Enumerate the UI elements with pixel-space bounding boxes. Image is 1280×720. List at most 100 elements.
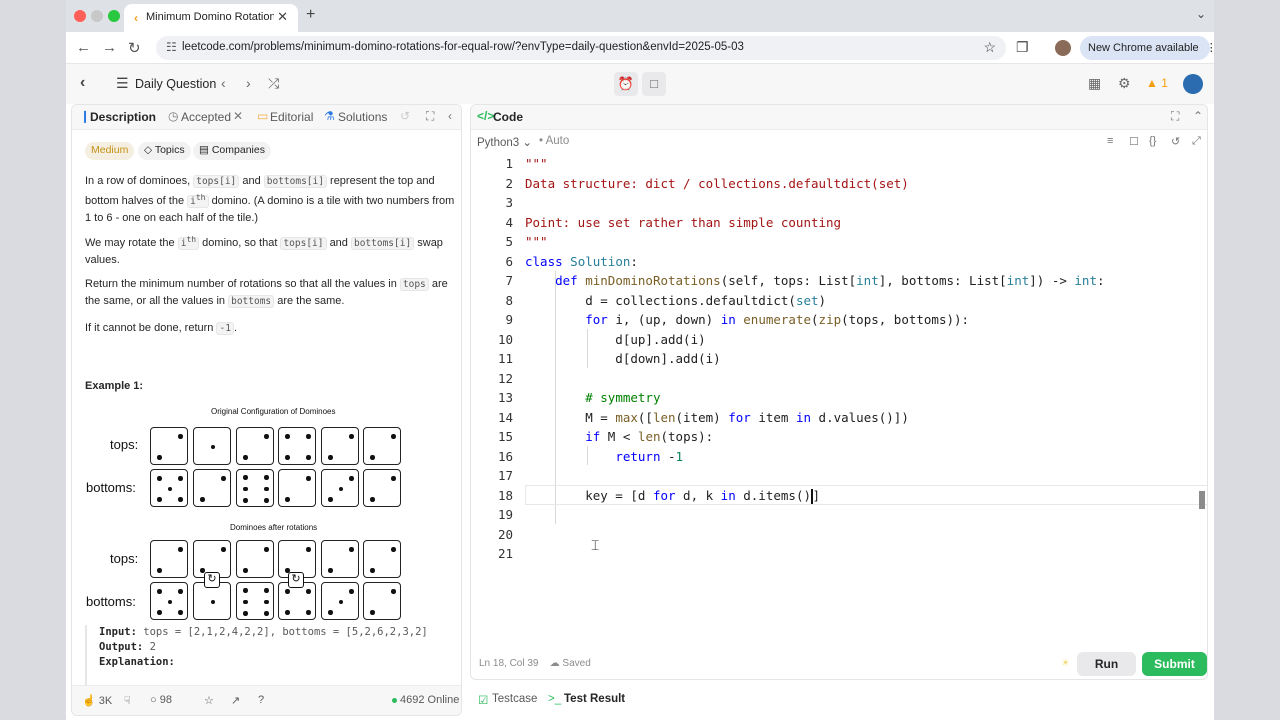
close-accepted-tab-icon[interactable]: ✕ <box>233 109 243 123</box>
reset-code-icon[interactable]: ↺ <box>1171 135 1180 148</box>
new-chrome-available-button[interactable]: New Chrome available ⋮ <box>1080 36 1214 60</box>
code-editor[interactable]: 1 """ 2 Data structure: dict / collections… <box>471 154 1207 644</box>
prev-question-icon[interactable]: ‹ <box>221 75 226 91</box>
topics-chip[interactable]: ◇ Topics <box>138 142 191 160</box>
maximize-code-icon[interactable]: ⛶ <box>1171 109 1179 124</box>
pip <box>200 497 205 502</box>
pip <box>391 589 396 594</box>
pip <box>391 476 396 481</box>
history-icon[interactable]: ↺ <box>400 109 410 123</box>
run-button[interactable]: Run <box>1077 652 1136 676</box>
close-tab-icon[interactable]: ✕ <box>277 9 288 25</box>
shuffle-icon[interactable]: ⤮ <box>268 75 279 92</box>
input-value: tops = [2,1,2,4,2,2], bottoms = [5,2,6,2… <box>143 626 428 638</box>
back-icon[interactable]: ← <box>76 39 91 56</box>
streak-fire-badge[interactable]: ▲ 1 <box>1146 76 1168 90</box>
like-button[interactable]: ☝ 3K <box>82 694 112 707</box>
list-icon[interactable]: ☰ <box>116 75 129 92</box>
pip <box>243 599 248 605</box>
sun-icon[interactable]: ☀ <box>1061 658 1070 669</box>
code-line-16: 16 return -1 <box>497 448 684 464</box>
extensions-icon[interactable]: ❐ <box>1016 39 1029 56</box>
user-avatar[interactable] <box>1183 74 1203 94</box>
pip <box>243 475 248 480</box>
tab-description[interactable]: Description <box>90 110 156 124</box>
pip <box>264 599 269 605</box>
tag-icon: ◇ <box>144 144 155 156</box>
pip <box>328 497 333 502</box>
new-tab-icon[interactable]: + <box>306 6 315 24</box>
timer-icon[interactable]: ⏰ <box>614 72 638 96</box>
close-window-button[interactable] <box>74 10 86 22</box>
comments-button[interactable]: ○ 98 <box>150 694 172 706</box>
favorite-star-icon[interactable]: ☆ <box>204 694 214 707</box>
collapse-panel-icon[interactable]: ‹ <box>448 109 452 123</box>
fullscreen-icon[interactable]: ⤢ <box>1192 135 1201 148</box>
companies-label: Companies <box>211 144 265 156</box>
pip <box>306 610 311 615</box>
code-line-10: 10 d[up].add(i) <box>497 331 706 347</box>
help-icon[interactable]: ? <box>258 694 264 706</box>
reload-icon[interactable]: ↻ <box>128 39 141 57</box>
rotate-icon: ↻ <box>204 572 220 588</box>
omnibox[interactable]: ☷ leetcode.com/problems/minimum-domino-r… <box>156 36 1006 60</box>
kebab-menu-icon: ⋮ <box>1205 42 1214 54</box>
pip <box>349 434 354 439</box>
daily-question-label[interactable]: Daily Question <box>135 77 216 91</box>
bookmark-star-icon[interactable]: ☆ <box>983 39 996 56</box>
pip <box>285 497 290 502</box>
format-icon[interactable]: ≡ <box>1107 135 1113 147</box>
leetcode-logo-icon[interactable]: ‹ <box>80 74 96 94</box>
comment-count: 98 <box>159 694 172 706</box>
original-bottom-die <box>236 469 274 507</box>
tab-test-result[interactable]: Test Result <box>564 693 625 705</box>
zoom-window-button[interactable] <box>108 10 120 22</box>
share-icon[interactable]: ↗ <box>231 694 240 707</box>
chevron-down-icon: ⌄ <box>522 137 533 149</box>
profile-avatar[interactable] <box>1055 40 1071 56</box>
next-question-icon[interactable]: › <box>246 75 251 91</box>
description-doc-icon: ❙ <box>80 109 91 123</box>
submit-button[interactable]: Submit <box>1142 652 1207 676</box>
original-top-die <box>278 427 316 465</box>
tab-testcase[interactable]: Testcase <box>492 693 537 705</box>
tab-editorial[interactable]: Editorial <box>270 110 313 124</box>
pip <box>285 434 290 439</box>
forward-icon[interactable]: → <box>102 39 117 56</box>
companies-chip[interactable]: ▤ Companies <box>193 142 271 160</box>
auto-mode[interactable]: • Auto <box>539 135 569 147</box>
code-title: Code <box>493 110 523 124</box>
pip <box>178 497 183 502</box>
difficulty-badge[interactable]: Medium <box>85 142 135 160</box>
original-top-die <box>321 427 359 465</box>
browser-tab[interactable]: ‹ Minimum Domino Rotations F ✕ <box>124 4 298 32</box>
language-select[interactable]: Python3 ⌄ <box>477 135 532 149</box>
site-info-icon[interactable]: ☷ <box>166 40 177 54</box>
code-panel-footer: Ln 18, Col 39 ☁ Saved ☀ Run Submit <box>471 649 1207 679</box>
settings-gear-icon[interactable]: ⚙ <box>1118 75 1131 92</box>
pip <box>243 486 248 492</box>
pip <box>243 568 248 573</box>
tab-solutions[interactable]: Solutions <box>338 110 387 124</box>
editor-scrollbar[interactable] <box>1199 491 1205 509</box>
code-line-20: 20 <box>497 526 513 542</box>
like-count: 3K <box>98 695 113 707</box>
code-line-8: 8 d = collections.defaultdict(set) <box>505 292 827 308</box>
minimize-window-button[interactable] <box>91 10 103 22</box>
accepted-clock-icon: ◷ <box>168 109 179 123</box>
braces-icon[interactable]: {} <box>1149 135 1156 147</box>
notes-icon[interactable]: □ <box>642 72 666 96</box>
code-line-21: 21 <box>497 546 513 561</box>
tab-accepted[interactable]: Accepted <box>181 110 231 124</box>
collapse-code-icon[interactable]: ⌃ <box>1193 109 1203 123</box>
dislike-icon[interactable]: ☟ <box>124 694 131 707</box>
bookmark-icon[interactable]: ☐ <box>1129 135 1139 148</box>
tab-search-chevron-icon[interactable]: ⌄ <box>1196 7 1206 21</box>
code-line-6: 6 class Solution: <box>505 253 638 269</box>
rotated-bottom-die <box>150 582 188 620</box>
example-title: Example 1: <box>85 380 144 392</box>
layout-icon[interactable]: ▦ <box>1088 75 1101 92</box>
building-icon: ▤ <box>199 144 212 156</box>
online-dot-icon <box>392 697 397 703</box>
maximize-panel-icon[interactable]: ⛶ <box>426 109 434 124</box>
